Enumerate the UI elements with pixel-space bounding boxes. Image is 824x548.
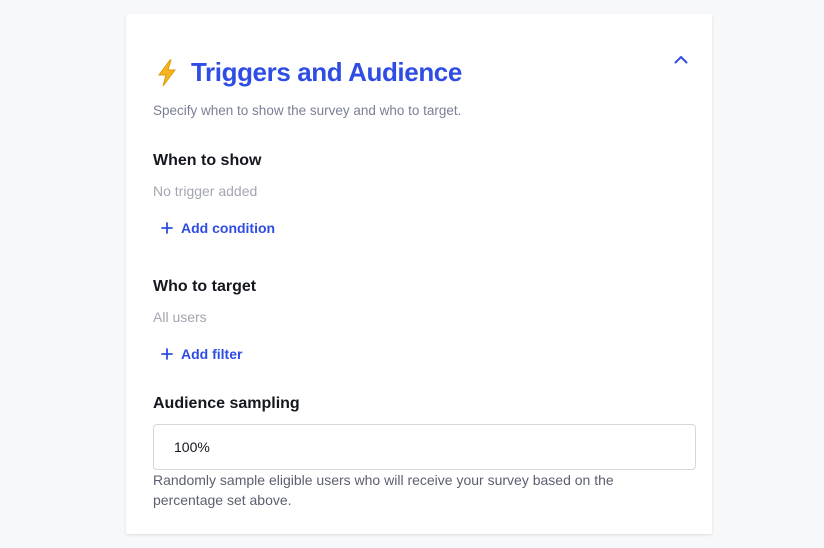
audience-sampling-help: Randomly sample eligible users who will … <box>153 472 614 508</box>
who-to-target-heading: Who to target <box>153 278 257 295</box>
add-condition-button[interactable]: Add condition <box>161 220 275 236</box>
page-title: Triggers and Audience <box>191 57 462 87</box>
audience-sampling-input[interactable] <box>153 424 696 470</box>
header: Triggers and Audience <box>153 57 462 88</box>
page-subtitle: Specify when to show the survey and who … <box>153 103 462 118</box>
add-filter-label: Add filter <box>181 346 243 362</box>
plus-icon <box>161 222 173 234</box>
lightning-bolt-icon <box>158 59 176 86</box>
audience-sampling-heading: Audience sampling <box>153 395 300 412</box>
all-users-text: All users <box>153 309 207 325</box>
triggers-audience-card: Triggers and Audience Specify when to sh… <box>126 14 712 534</box>
no-trigger-text: No trigger added <box>153 183 258 199</box>
plus-icon <box>161 348 173 360</box>
when-to-show-heading: When to show <box>153 152 262 169</box>
add-condition-label: Add condition <box>181 220 276 236</box>
collapse-button[interactable] <box>670 48 692 70</box>
chevron-up-icon <box>674 55 688 63</box>
add-filter-button[interactable]: Add filter <box>161 346 242 362</box>
